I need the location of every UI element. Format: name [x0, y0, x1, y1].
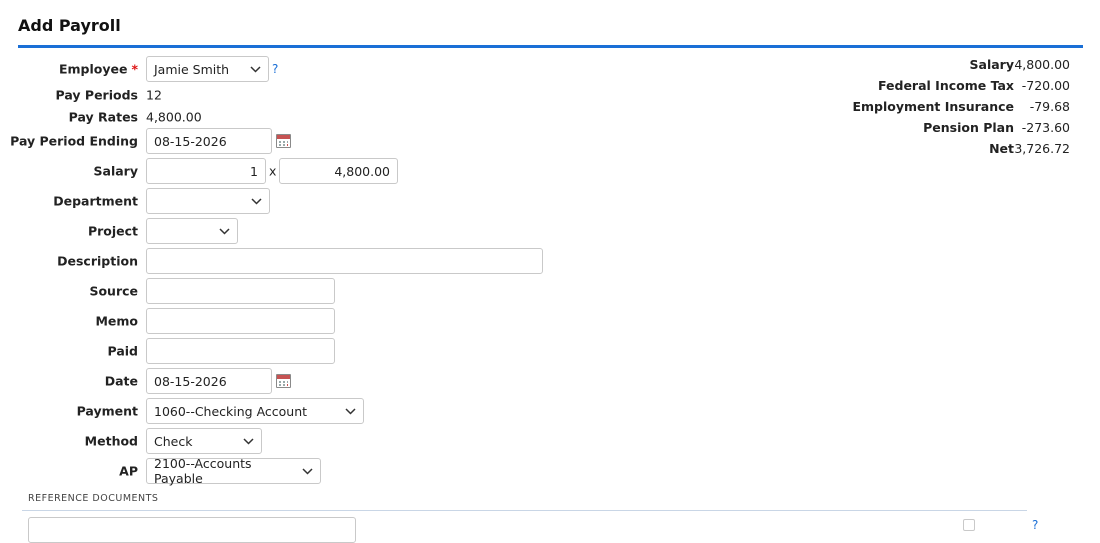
project-label: Project: [87, 223, 138, 239]
summary-value: 3,726.72: [1014, 141, 1070, 156]
chevron-down-icon: [344, 405, 356, 417]
calendar-icon[interactable]: [276, 374, 291, 388]
date-input[interactable]: 08-15-2026: [146, 368, 272, 394]
pay-period-ending-label: Pay Period Ending: [10, 133, 138, 149]
memo-input[interactable]: [146, 308, 335, 334]
page-title: Add Payroll: [18, 16, 121, 35]
summary-row: Employment Insurance -79.68: [852, 99, 1070, 120]
payment-row: Payment 1060--Checking Account: [0, 398, 1100, 424]
date-value: 08-15-2026: [154, 373, 227, 389]
reference-help-link[interactable]: ?: [1032, 518, 1038, 532]
project-row: Project: [0, 218, 1100, 244]
summary-label: Pension Plan: [923, 120, 1014, 135]
department-select[interactable]: [146, 188, 270, 214]
pay-periods-label: Pay Periods: [55, 87, 138, 103]
source-input[interactable]: [146, 278, 335, 304]
employee-help-link[interactable]: ?: [272, 62, 278, 76]
date-label: Date: [104, 373, 138, 389]
employee-label: Employee *: [58, 61, 138, 77]
paid-row: Paid: [0, 338, 1100, 364]
ap-label: AP: [119, 463, 138, 479]
summary-label: Federal Income Tax: [878, 78, 1014, 93]
payment-select[interactable]: 1060--Checking Account: [146, 398, 364, 424]
memo-row: Memo: [0, 308, 1100, 334]
chevron-down-icon: [218, 225, 230, 237]
chevron-down-icon: [250, 195, 262, 207]
summary-row: Federal Income Tax -720.00: [878, 78, 1070, 99]
ap-row: AP 2100--Accounts Payable: [0, 456, 1100, 486]
title-divider: [18, 45, 1083, 48]
summary-row: Salary 4,800.00: [970, 57, 1070, 78]
summary-row: Pension Plan -273.60: [923, 120, 1070, 141]
reference-document-input[interactable]: [28, 517, 356, 543]
multiply-sign: x: [269, 163, 277, 179]
required-marker: *: [131, 61, 138, 77]
reference-documents-divider: [22, 510, 1027, 511]
pay-periods-value: 12: [146, 87, 162, 103]
ap-select[interactable]: 2100--Accounts Payable: [146, 456, 321, 486]
date-row: Date 08-15-2026: [0, 368, 1100, 394]
method-select-value: Check: [154, 433, 193, 449]
source-label: Source: [89, 283, 138, 299]
summary-label: Net: [989, 141, 1014, 156]
paid-input[interactable]: [146, 338, 335, 364]
chevron-down-icon: [301, 465, 313, 477]
pay-rates-value: 4,800.00: [146, 109, 202, 125]
summary-value: -720.00: [1021, 78, 1070, 93]
chevron-down-icon: [249, 63, 261, 75]
payment-label: Payment: [76, 403, 138, 419]
salary-row: Salary 1 x 4,800.00: [0, 158, 1100, 184]
description-row: Description: [0, 248, 1100, 274]
pay-rates-label: Pay Rates: [68, 109, 138, 125]
employee-select-value: Jamie Smith: [154, 61, 230, 77]
description-input[interactable]: [146, 248, 543, 274]
department-row: Department: [0, 188, 1100, 214]
summary-value: -273.60: [1021, 120, 1070, 135]
memo-label: Memo: [95, 313, 138, 329]
summary-label: Salary: [969, 57, 1014, 72]
description-label: Description: [57, 253, 138, 269]
pay-period-ending-input[interactable]: 08-15-2026: [146, 128, 272, 154]
summary-label: Employment Insurance: [852, 99, 1014, 114]
ap-select-value: 2100--Accounts Payable: [154, 456, 252, 486]
paid-label: Paid: [107, 343, 139, 359]
salary-amount-value: 4,800.00: [334, 163, 390, 179]
chevron-down-icon: [242, 435, 254, 447]
method-select[interactable]: Check: [146, 428, 262, 454]
project-select[interactable]: [146, 218, 238, 244]
payment-select-value: 1060--Checking Account: [154, 403, 308, 419]
salary-label: Salary: [93, 163, 138, 179]
summary-row: Net 3,726.72: [989, 141, 1070, 162]
method-label: Method: [84, 433, 138, 449]
pay-period-ending-value: 08-15-2026: [154, 133, 227, 149]
summary-value: -79.68: [1029, 99, 1070, 114]
department-label: Department: [53, 193, 138, 209]
reference-document-checkbox[interactable]: [963, 519, 975, 531]
salary-qty-value: 1: [250, 163, 258, 179]
summary-value: 4,800.00: [1014, 57, 1070, 72]
source-row: Source: [0, 278, 1100, 304]
calendar-icon[interactable]: [276, 134, 291, 148]
salary-qty-input[interactable]: 1: [146, 158, 266, 184]
employee-select[interactable]: Jamie Smith: [146, 56, 269, 82]
reference-documents-heading: REFERENCE DOCUMENTS: [28, 493, 159, 504]
method-row: Method Check: [0, 428, 1100, 454]
salary-amount-input[interactable]: 4,800.00: [279, 158, 398, 184]
